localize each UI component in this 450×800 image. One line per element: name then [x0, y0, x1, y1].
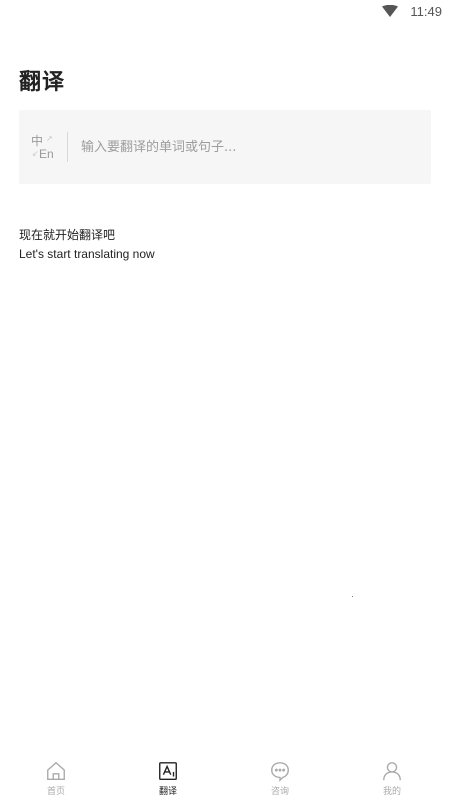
prompt-chinese: 现在就开始翻译吧 [19, 228, 116, 242]
lang-to: En [39, 147, 54, 161]
nav-label-consult: 咨询 [270, 787, 289, 797]
nav-label-home: 首页 [46, 787, 65, 797]
swap-arrow-icon-2: ↙ [32, 149, 39, 158]
nav-label-mine: 我的 [382, 787, 401, 797]
nav-item-mine[interactable]: 我的 [362, 756, 422, 800]
chat-icon [271, 762, 289, 782]
nav-item-consult[interactable]: 咨询 [250, 756, 310, 800]
status-bar: 11:49 [0, 0, 450, 24]
wifi-icon [382, 5, 398, 17]
bottom-nav: 首页 翻译 咨询 我的 [0, 756, 450, 800]
nav-item-translate[interactable]: 翻译 [138, 756, 198, 800]
page-title: 翻译 [19, 70, 66, 95]
swap-arrow-icon: ↗ [46, 134, 53, 143]
home-icon [47, 761, 65, 780]
dot-artifact [352, 596, 353, 597]
status-time: 11:49 [410, 4, 442, 19]
translate-screen: 11:49 翻译 中 ↗ ↙ En 现在就开始翻译吧 Let's start t… [0, 0, 450, 800]
language-switch-icon[interactable]: 中 ↗ ↙ En [29, 130, 57, 164]
translate-icon [159, 762, 177, 780]
translate-input-card[interactable]: 中 ↗ ↙ En [19, 110, 431, 184]
input-divider [67, 132, 68, 162]
nav-label-translate: 翻译 [158, 787, 177, 797]
nav-item-home[interactable]: 首页 [26, 756, 86, 800]
user-icon [383, 762, 401, 781]
prompt-english: Let's start translating now [19, 247, 155, 261]
translate-input[interactable] [81, 132, 411, 162]
